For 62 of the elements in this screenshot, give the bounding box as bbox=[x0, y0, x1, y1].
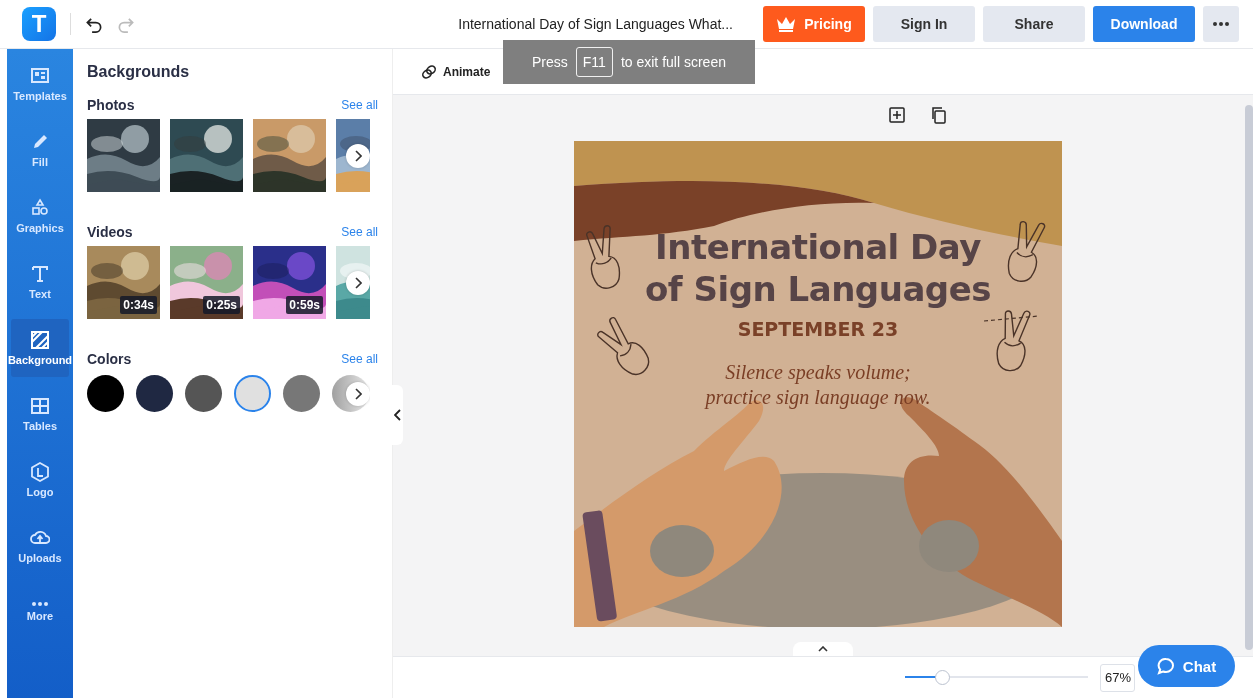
sidebar-item[interactable]: Logo bbox=[11, 451, 69, 509]
poster-date: SEPTEMBER 23 bbox=[737, 318, 899, 340]
sidebar-item[interactable]: Graphics bbox=[11, 187, 69, 245]
share-button[interactable]: Share bbox=[983, 6, 1085, 42]
table-icon bbox=[30, 396, 50, 416]
striped-square-icon bbox=[30, 330, 50, 350]
chevron-right-icon bbox=[354, 387, 362, 400]
hexagon-icon bbox=[30, 462, 50, 482]
color-swatch[interactable] bbox=[283, 375, 320, 412]
poster-title: International Day of Sign Languages bbox=[645, 226, 991, 310]
undo-icon[interactable] bbox=[85, 15, 103, 33]
caret-up-icon bbox=[818, 646, 828, 652]
color-swatch[interactable] bbox=[87, 375, 124, 412]
slider-thumb[interactable] bbox=[934, 670, 950, 685]
duplicate-icon[interactable] bbox=[931, 106, 947, 124]
notice-text: to exit full screen bbox=[620, 54, 726, 70]
document-title[interactable]: International Day of Sign Languages What... bbox=[458, 16, 733, 32]
scrollbar[interactable] bbox=[1245, 105, 1253, 650]
duration-label: 0:59s bbox=[286, 296, 323, 314]
notice-text: Press bbox=[532, 54, 568, 70]
sidebar-item[interactable]: Templates bbox=[11, 55, 69, 113]
rings-icon bbox=[421, 64, 437, 79]
pricing-button[interactable]: Pricing bbox=[763, 6, 865, 42]
color-swatch[interactable] bbox=[234, 375, 271, 412]
collapse-panel-button[interactable] bbox=[391, 385, 403, 445]
sidebar-item[interactable]: Text bbox=[11, 253, 69, 311]
sidebar-item[interactable]: Fill bbox=[11, 121, 69, 179]
expand-pages-button[interactable] bbox=[793, 642, 853, 656]
see-all-link[interactable]: See all bbox=[341, 352, 378, 366]
sidebar-item[interactable]: Uploads bbox=[11, 517, 69, 575]
more-icon bbox=[1213, 22, 1229, 26]
chat-button[interactable]: Chat bbox=[1138, 645, 1235, 687]
download-button[interactable]: Download bbox=[1093, 6, 1195, 42]
shapes-icon bbox=[30, 198, 50, 218]
color-swatch[interactable] bbox=[185, 375, 222, 412]
color-swatch[interactable] bbox=[136, 375, 173, 412]
poster-tagline: Silence speaks volume; practice sign language now. bbox=[705, 360, 931, 410]
chevron-right-icon bbox=[354, 276, 362, 289]
duration-label: 0:34s bbox=[120, 296, 157, 314]
key-label: F11 bbox=[575, 47, 613, 77]
chevron-right-icon bbox=[354, 149, 362, 162]
crown-icon bbox=[776, 16, 797, 32]
more-icon bbox=[30, 602, 50, 606]
layout-icon bbox=[30, 66, 50, 86]
sidebar-item[interactable]: More bbox=[11, 583, 69, 641]
panel-title: Backgrounds bbox=[87, 63, 191, 81]
more-button[interactable] bbox=[1203, 6, 1239, 42]
duration-label: 0:25s bbox=[203, 296, 240, 314]
section-title: Photos bbox=[87, 97, 135, 113]
sidebar-item[interactable]: Tables bbox=[11, 385, 69, 443]
chevron-left-icon bbox=[393, 409, 401, 421]
text-icon bbox=[30, 264, 50, 284]
sign-in-button[interactable]: Sign In bbox=[873, 6, 975, 42]
app-logo[interactable]: T bbox=[22, 7, 56, 41]
animate-button[interactable]: Animate bbox=[415, 63, 497, 80]
add-page-icon[interactable] bbox=[889, 107, 905, 123]
section-title: Colors bbox=[87, 351, 132, 367]
section-title: Videos bbox=[87, 224, 133, 240]
zoom-field[interactable]: 67% bbox=[1100, 663, 1135, 692]
see-all-link[interactable]: See all bbox=[341, 225, 378, 239]
speech-bubble-icon bbox=[1156, 657, 1175, 675]
see-all-link[interactable]: See all bbox=[341, 98, 378, 112]
